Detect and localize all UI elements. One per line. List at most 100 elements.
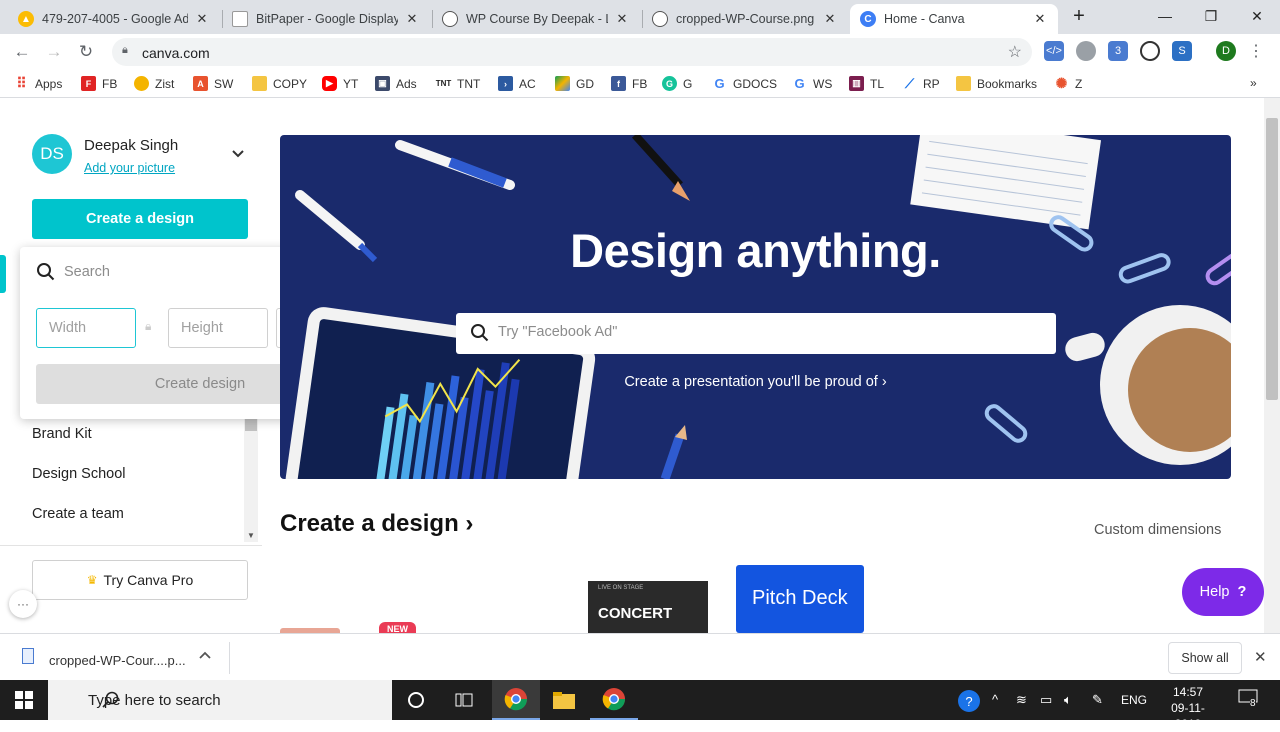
add-picture-link[interactable]: Add your picture: [84, 161, 175, 175]
close-icon[interactable]: ✕: [1254, 648, 1267, 666]
profile-avatar[interactable]: D: [1216, 41, 1236, 61]
browser-tab[interactable]: BitPaper - Google Display Ads ✕: [222, 4, 430, 34]
custom-dimensions-link[interactable]: Custom dimensions: [1094, 522, 1221, 538]
width-field[interactable]: [36, 308, 136, 348]
globe-icon: [442, 11, 458, 27]
bookmark-item[interactable]: TNT TNT: [435, 76, 481, 91]
bookmark-item[interactable]: ▥ TL: [849, 76, 884, 91]
scroll-down-arrow-icon[interactable]: ▼: [244, 528, 258, 542]
bookmark-icon: ⟋: [904, 75, 915, 91]
bookmark-item[interactable]: COPY: [252, 76, 307, 91]
section-title[interactable]: Create a design ›: [280, 510, 473, 538]
clock[interactable]: 14:57 09-11-2019: [1158, 684, 1218, 732]
chevron-up-icon[interactable]: ^: [992, 692, 998, 707]
design-card-poster[interactable]: LIVE ON STAGE CONCERT: [588, 581, 708, 633]
design-card-presentation[interactable]: Pitch Deck: [736, 565, 864, 633]
sidebar-divider: [0, 545, 262, 546]
bookmark-item[interactable]: ▶ YT: [322, 76, 358, 91]
bookmark-item[interactable]: G GDOCS: [712, 76, 777, 91]
file-explorer-icon[interactable]: [540, 680, 588, 720]
address-bar[interactable]: 🔒︎ canva.com ☆: [112, 38, 1032, 66]
bookmark-item[interactable]: F FB: [81, 76, 117, 91]
bookmark-item[interactable]: G WS: [792, 76, 832, 91]
bookmark-item[interactable]: GD: [555, 76, 594, 91]
windows-start-icon[interactable]: [0, 680, 48, 720]
nav-brand-kit[interactable]: Brand Kit: [32, 426, 92, 442]
close-tab-icon[interactable]: ✕: [194, 11, 210, 27]
browser-tab[interactable]: cropped-WP-Course.png (3 ✕: [642, 4, 848, 34]
close-tab-icon[interactable]: ✕: [404, 11, 420, 27]
bookmark-item[interactable]: ▣ Ads: [375, 76, 417, 91]
page-scrollbar-thumb[interactable]: [1266, 118, 1278, 400]
forward-icon[interactable]: →: [42, 40, 66, 64]
nav-create-a-team[interactable]: Create a team: [32, 506, 124, 522]
lock-icon[interactable]: 🔒︎: [145, 319, 151, 334]
close-tab-icon[interactable]: ✕: [614, 11, 630, 27]
extension-icon[interactable]: S: [1172, 41, 1192, 61]
download-file-name[interactable]: cropped-WP-Cour....p...: [49, 653, 186, 668]
browser-tab-active[interactable]: C Home - Canva ✕: [850, 4, 1058, 34]
extension-icon[interactable]: 3: [1108, 41, 1128, 61]
shield-icon[interactable]: [1076, 41, 1096, 61]
chrome-taskbar-icon[interactable]: [590, 680, 638, 720]
sidebar-scrollbar[interactable]: [244, 418, 258, 542]
chevron-down-icon[interactable]: [232, 146, 244, 161]
minimize-button[interactable]: —: [1142, 0, 1188, 32]
card-small-text: LIVE ON STAGE: [598, 585, 644, 591]
extension-icon[interactable]: </>: [1044, 41, 1064, 61]
nav-design-school[interactable]: Design School: [32, 466, 126, 482]
notifications-icon[interactable]: 8: [1238, 688, 1262, 712]
browser-tab[interactable]: ▲ 479-207-4005 - Google Ads ✕: [8, 4, 220, 34]
bookmark-item[interactable]: Bookmarks: [956, 76, 1037, 91]
browser-tab-bar: ▲ 479-207-4005 - Google Ads ✕ BitPaper -…: [0, 0, 1280, 34]
hero-title: Design anything.: [570, 224, 941, 277]
chrome-taskbar-icon[interactable]: [492, 680, 540, 720]
bookmark-item[interactable]: ⠿ Apps: [14, 75, 62, 91]
extension-icon[interactable]: [1140, 41, 1160, 61]
youtube-icon: ▶: [322, 76, 337, 91]
hero-search-input[interactable]: [498, 324, 1018, 340]
close-tab-icon[interactable]: ✕: [822, 11, 838, 27]
help-tray-icon[interactable]: ?: [958, 690, 980, 712]
bookmark-item[interactable]: GG: [662, 76, 692, 91]
google-icon: G: [794, 76, 805, 91]
new-tab-button[interactable]: +: [1062, 0, 1096, 32]
restore-button[interactable]: ❐: [1188, 0, 1234, 32]
more-options-button[interactable]: ···: [9, 590, 37, 618]
chevron-up-icon[interactable]: [199, 648, 211, 662]
menu-kebab-icon[interactable]: ⋮: [1246, 41, 1266, 61]
avatar[interactable]: DS: [32, 134, 72, 174]
bookmarks-overflow[interactable]: »: [1250, 76, 1257, 90]
volume-icon[interactable]: 🔈︎: [1064, 692, 1072, 708]
browser-tab[interactable]: WP Course By Deepak - Learn ✕: [432, 4, 640, 34]
taskbar-search[interactable]: Type here to search: [48, 680, 392, 720]
create-a-design-button[interactable]: Create a design: [32, 199, 248, 239]
language-indicator[interactable]: ENG: [1121, 693, 1147, 707]
bookmark-icon: TNT: [435, 79, 452, 88]
cortana-icon[interactable]: [392, 680, 440, 720]
wifi-icon[interactable]: ≋: [1016, 692, 1027, 708]
close-window-button[interactable]: ✕: [1234, 0, 1280, 32]
bookmark-item[interactable]: ✺ Z: [1054, 75, 1083, 91]
hero-search-box[interactable]: [456, 313, 1056, 354]
show-all-button[interactable]: Show all: [1168, 642, 1242, 674]
bookmark-item[interactable]: ⟋ RP: [902, 76, 940, 91]
task-view-icon[interactable]: [440, 680, 488, 720]
try-canva-pro-button[interactable]: ♛ Try Canva Pro: [32, 560, 248, 600]
help-button[interactable]: Help ?: [1182, 568, 1264, 616]
sidebar-scrollbar-thumb[interactable]: [245, 419, 257, 431]
bookmark-item[interactable]: Zist: [134, 76, 174, 91]
battery-icon[interactable]: ▭: [1040, 692, 1052, 708]
presentation-link[interactable]: Create a presentation you'll be proud of…: [280, 374, 1231, 390]
bookmark-item[interactable]: f FB: [611, 76, 647, 91]
back-icon[interactable]: ←: [10, 40, 34, 64]
bookmark-item[interactable]: A SW: [193, 76, 233, 91]
bookmark-star-icon[interactable]: ☆: [1008, 42, 1022, 62]
bookmark-icon: ▥: [849, 76, 864, 91]
reload-icon[interactable]: ↻: [74, 40, 98, 64]
close-tab-icon[interactable]: ✕: [1032, 11, 1048, 27]
apps-grid-icon: ⠿: [16, 75, 27, 91]
height-field[interactable]: [168, 308, 268, 348]
pen-icon[interactable]: ✎: [1092, 692, 1103, 708]
bookmark-item[interactable]: › AC: [498, 76, 536, 91]
